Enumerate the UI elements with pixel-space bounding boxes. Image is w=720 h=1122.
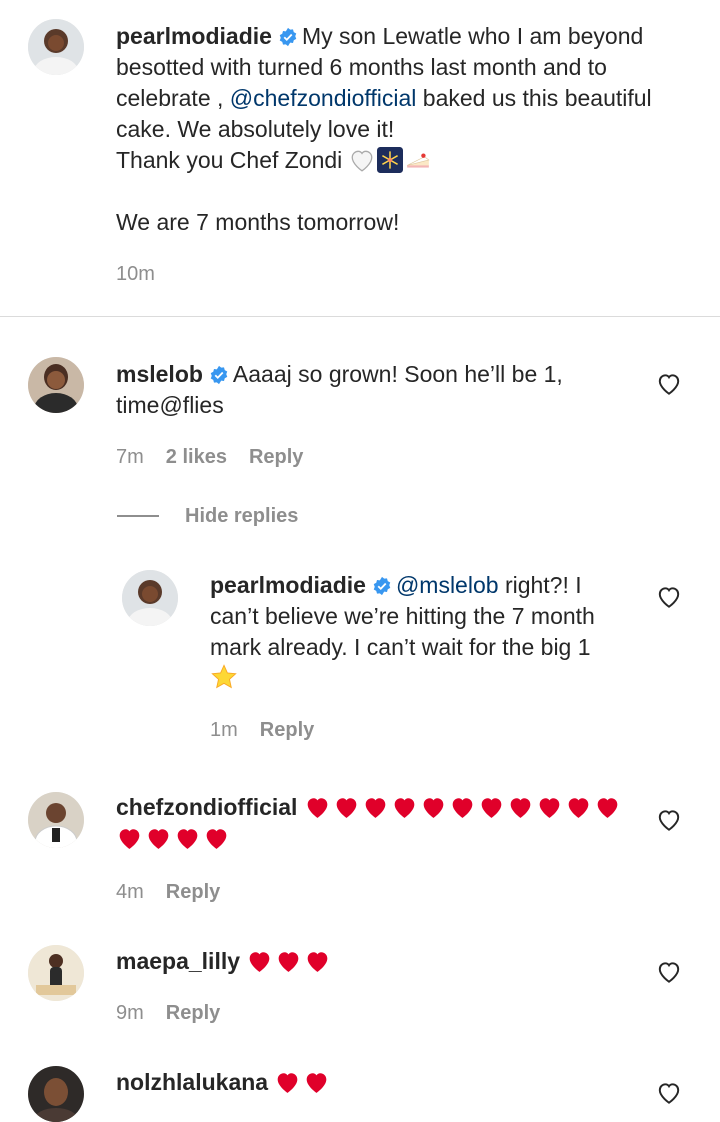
red-heart-emoji-icon	[250, 952, 270, 972]
verified-badge-icon	[373, 576, 391, 596]
red-heart-emoji-icon	[481, 798, 502, 818]
red-heart-emoji-icon	[394, 798, 415, 818]
red-heart-emoji-icon	[307, 798, 328, 818]
comment-username[interactable]: nolzhlalukana	[116, 1069, 268, 1095]
cake-slice-icon	[406, 153, 430, 168]
comment-meta: 9m Reply	[116, 1002, 242, 1025]
avatar[interactable]	[28, 1066, 84, 1122]
caption-text: pearlmodiadie My son Lewatle who I am bey…	[116, 21, 686, 238]
reply-time: 1m	[210, 719, 238, 741]
red-heart-emoji-icon	[279, 952, 299, 972]
red-heart-emoji-icon	[365, 798, 386, 818]
caption-time: 10m	[116, 263, 155, 285]
divider	[0, 316, 720, 317]
comment-text: maepa_lilly	[116, 946, 636, 977]
heart-emoji-group	[274, 1069, 332, 1095]
red-heart-emoji-icon	[119, 829, 140, 849]
caption-mention-link[interactable]: @chefzondiofficial	[230, 85, 417, 111]
red-heart-emoji-icon	[423, 798, 444, 818]
caption-footer-text: We are 7 months tomorrow!	[116, 209, 400, 235]
red-heart-emoji-icon	[597, 798, 618, 818]
reply-mention-link[interactable]: @mslelob	[396, 572, 499, 598]
comment-username[interactable]: chefzondiofficial	[116, 794, 297, 820]
red-heart-emoji-icon	[568, 798, 589, 818]
comment-username[interactable]: mslelob	[116, 361, 203, 387]
fireworks-icon	[376, 147, 403, 173]
avatar[interactable]	[28, 357, 84, 413]
reply-button[interactable]: Reply	[166, 1002, 220, 1025]
reply-button[interactable]: Reply	[260, 719, 314, 742]
red-heart-emoji-icon	[510, 798, 531, 818]
like-heart-icon[interactable]	[656, 808, 682, 832]
comment-meta: 4m Reply	[116, 881, 242, 904]
verified-badge-icon	[279, 27, 297, 47]
red-heart-emoji-icon	[539, 798, 560, 818]
red-heart-emoji-icon	[452, 798, 473, 818]
like-heart-icon[interactable]	[656, 1081, 682, 1105]
like-heart-icon[interactable]	[656, 585, 682, 609]
comment-text: mslelob Aaaaj so grown! Soon he’ll be 1, …	[116, 359, 636, 421]
hide-replies-line	[117, 515, 159, 517]
comment-text: chefzondiofficial	[116, 792, 636, 854]
caption-meta: 10m	[116, 263, 177, 286]
comment-text: nolzhlalukana	[116, 1067, 636, 1098]
comment-username[interactable]: maepa_lilly	[116, 948, 240, 974]
star-icon	[211, 664, 237, 689]
avatar[interactable]	[122, 570, 178, 626]
red-heart-emoji-icon	[177, 829, 198, 849]
caption-username[interactable]: pearlmodiadie	[116, 23, 272, 49]
red-heart-emoji-icon	[148, 829, 169, 849]
hide-replies-button[interactable]: Hide replies	[185, 505, 298, 528]
comment-meta: 7m 2 likes Reply	[116, 446, 325, 469]
red-heart-emoji-icon	[307, 1073, 327, 1093]
avatar[interactable]	[28, 19, 84, 75]
heart-emoji-group	[246, 948, 333, 974]
like-heart-icon[interactable]	[656, 372, 682, 396]
reply-meta: 1m Reply	[210, 719, 336, 742]
caption-thanks: Thank you Chef Zondi	[116, 147, 343, 173]
reply-text: pearlmodiadie @mslelob right?! I can’t be…	[210, 570, 635, 694]
like-heart-icon[interactable]	[656, 960, 682, 984]
avatar[interactable]	[28, 792, 84, 848]
reply-button[interactable]: Reply	[166, 881, 220, 904]
red-heart-emoji-icon	[336, 798, 357, 818]
comment-time: 7m	[116, 446, 144, 468]
reply-button[interactable]: Reply	[249, 446, 303, 469]
comment-time: 9m	[116, 1002, 144, 1024]
red-heart-emoji-icon	[278, 1073, 298, 1093]
verified-badge-icon	[210, 365, 228, 385]
red-heart-emoji-icon	[206, 829, 227, 849]
likes-count-button[interactable]: 2 likes	[166, 446, 227, 469]
white-heart-icon	[351, 150, 373, 172]
red-heart-emoji-icon	[308, 952, 328, 972]
reply-username[interactable]: pearlmodiadie	[210, 572, 366, 598]
avatar[interactable]	[28, 945, 84, 1001]
comment-time: 4m	[116, 881, 144, 903]
